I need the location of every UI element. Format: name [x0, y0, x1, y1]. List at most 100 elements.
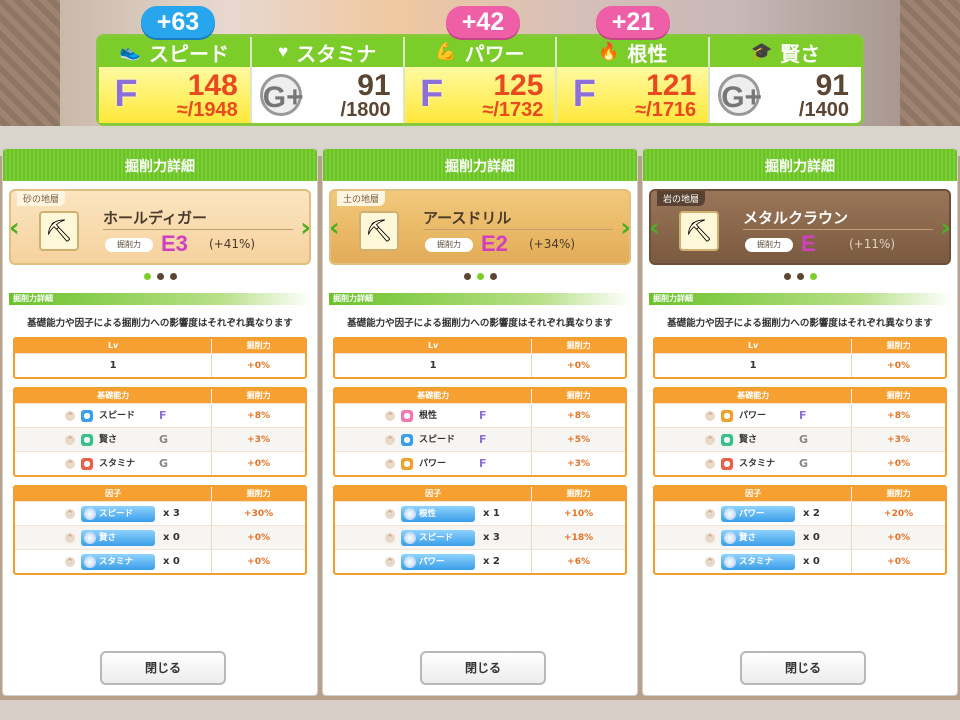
factor-name: 根性 [419, 509, 437, 519]
table-row: ^ ● スタミナ G +0% [655, 451, 945, 475]
power-value: +6% [567, 557, 590, 567]
column-header: 掘削力 [566, 489, 591, 498]
column-header: 因子 [335, 487, 533, 501]
page-dot[interactable] [476, 273, 484, 280]
chevron-right-icon[interactable]: › [300, 213, 311, 243]
stat-icon: ● [721, 458, 733, 470]
table-row: ^ ● 賢さ G +3% [655, 427, 945, 451]
close-button[interactable]: 閉じる [740, 651, 866, 685]
chevron-up-icon: ^ [65, 435, 75, 445]
divider [423, 229, 613, 230]
graduation-cap-icon: 🎓 [751, 42, 773, 61]
power-label: 掘削力 [105, 238, 153, 252]
stratum-type: 土の地層 [337, 191, 386, 206]
factor-count: x 0 [163, 532, 180, 543]
chevron-up-icon: ^ [705, 533, 715, 543]
stat-icon: ● [81, 458, 93, 470]
stat-name: スピード [419, 435, 456, 445]
factor-table: 因子 掘削力 ^ 根性 x 1 +10% ^ スピード x 3 +18% ^ パワー x 2 +6% [333, 485, 627, 575]
stratum-type: 岩の地層 [657, 191, 706, 206]
page-dot[interactable] [156, 273, 164, 280]
stats-bar: 👟 スピード F 148 ≈/1948 ♥ スタミナ G+ 91 /1800 💪 パワ… [96, 34, 864, 126]
base-ability-table: 基礎能力 掘削力 ^ ● スピード F +8% ^ ● 賢さ G +3% ^ ● スタミナ G +0% [13, 387, 307, 477]
stat-name: 賢さ [780, 43, 821, 66]
page-dot[interactable] [463, 273, 471, 280]
power-value: +3% [567, 459, 590, 469]
table-row: ^ パワー x 2 +20% [655, 501, 945, 525]
page-dot[interactable] [489, 273, 497, 280]
factor-orb-icon [724, 508, 736, 520]
tool-icon: ⛏ [39, 211, 79, 251]
chevron-up-icon: ^ [705, 557, 715, 567]
chevron-up-icon: ^ [65, 557, 75, 567]
chevron-right-icon[interactable]: › [940, 213, 951, 243]
table-row: ^ スピード x 3 +30% [15, 501, 305, 525]
chevron-left-icon[interactable]: ‹ [329, 213, 340, 243]
stat-grade: F [572, 73, 596, 115]
factor-orb-icon [724, 532, 736, 544]
stat-grade: G+ [718, 74, 762, 116]
power-value: +8% [247, 411, 270, 421]
stat-guts: 🔥 根性 F 121 ≈/1716 [557, 37, 711, 123]
power-value: +0% [247, 557, 270, 567]
factor-name: パワー [419, 557, 445, 567]
tool-percent: (+34%) [529, 237, 576, 251]
page-dot[interactable] [143, 273, 151, 280]
page-dot[interactable] [796, 273, 804, 280]
column-header: Lv [15, 339, 213, 353]
background-left [0, 0, 60, 140]
power-gain-badge: +42 [446, 6, 520, 38]
factor-count: x 3 [483, 532, 500, 543]
factor-orb-icon [84, 532, 96, 544]
page-dot[interactable] [809, 273, 817, 280]
table-row: ^ ● スピード F +5% [335, 427, 625, 451]
page-dot[interactable] [783, 273, 791, 280]
power-value: +5% [567, 435, 590, 445]
power-value: +0% [247, 459, 270, 469]
table-row: 1 +0% [15, 353, 305, 377]
background-bottom [0, 700, 960, 720]
factor-name: スタミナ [99, 557, 134, 567]
factor-pill: スタミナ [81, 554, 155, 570]
tool-grade: E [801, 231, 816, 256]
factor-pill: パワー [721, 506, 795, 522]
power-value: +0% [567, 361, 590, 371]
factor-orb-icon [404, 532, 416, 544]
stat-icon: ● [721, 410, 733, 422]
factor-pill: 賢さ [721, 530, 795, 546]
table-row: ^ ● 賢さ G +3% [15, 427, 305, 451]
table-row: ^ 賢さ x 0 +0% [15, 525, 305, 549]
stat-name: パワー [739, 411, 767, 421]
digging-power-panel: 掘削力詳細 土の地層 ‹ ⛏ アースドリル 掘削力 E2 (+34%) › 掘削… [322, 148, 638, 696]
page-dot[interactable] [169, 273, 177, 280]
factor-pill: スピード [81, 506, 155, 522]
stat-current: 125 [493, 69, 544, 102]
column-header: 掘削力 [246, 391, 271, 400]
guts-gain-badge: +21 [596, 6, 670, 38]
level-table: Lv 掘削力 1 +0% [13, 337, 307, 379]
close-button[interactable]: 閉じる [420, 651, 546, 685]
stat-wisdom: 🎓 賢さ G+ 91 /1400 [710, 37, 861, 123]
close-button[interactable]: 閉じる [100, 651, 226, 685]
table-row: ^ 根性 x 1 +10% [335, 501, 625, 525]
section-header: 掘削力詳細 [649, 293, 951, 305]
factor-orb-icon [724, 556, 736, 568]
factor-table: 因子 掘削力 ^ パワー x 2 +20% ^ 賢さ x 0 +0% ^ スタミナ x 0 +0% [653, 485, 947, 575]
tool-name: ホールディガー [103, 209, 207, 227]
divider [743, 229, 933, 230]
power-value: +8% [567, 411, 590, 421]
stat-name: 根性 [419, 411, 438, 421]
chevron-left-icon[interactable]: ‹ [9, 213, 20, 243]
factor-count: x 0 [163, 556, 180, 567]
chevron-up-icon: ^ [385, 557, 395, 567]
page-dots [3, 273, 317, 285]
chevron-left-icon[interactable]: ‹ [649, 213, 660, 243]
table-row: ^ ● スピード F +8% [15, 403, 305, 427]
column-header: Lv [335, 339, 533, 353]
table-row: ^ 賢さ x 0 +0% [655, 525, 945, 549]
chevron-up-icon: ^ [705, 411, 715, 421]
factor-orb-icon [404, 508, 416, 520]
factor-name: スタミナ [739, 557, 774, 567]
column-header: 掘削力 [566, 391, 591, 400]
chevron-right-icon[interactable]: › [620, 213, 631, 243]
